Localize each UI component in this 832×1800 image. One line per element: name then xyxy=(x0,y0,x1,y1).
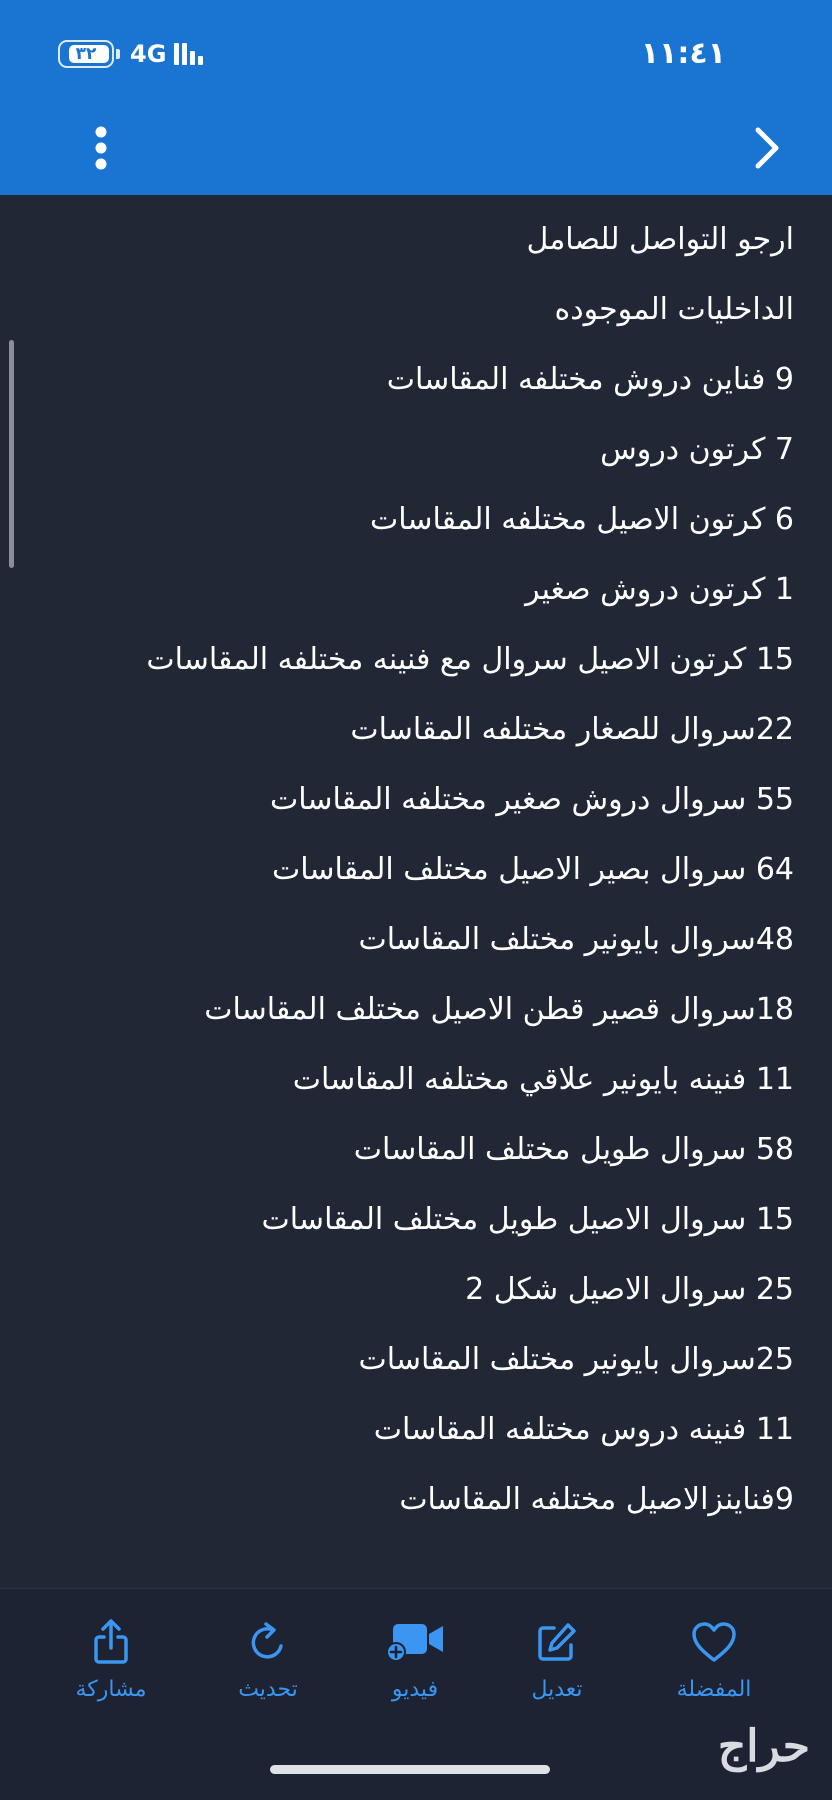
battery-icon: ٣٢ xyxy=(58,40,114,68)
battery-cap xyxy=(116,49,120,59)
description-line: 9 فناين دروش مختلفه المقاسات xyxy=(386,362,794,397)
scrollbar[interactable] xyxy=(9,340,14,568)
refresh-button[interactable]: تحديث xyxy=(198,1617,338,1702)
share-label: مشاركة xyxy=(75,1677,147,1702)
video-button[interactable]: فيديو xyxy=(345,1617,485,1702)
heart-icon xyxy=(692,1622,736,1662)
status-time: ١١:٤١ xyxy=(640,36,726,71)
screen: ١١:٤١ ٣٢ 4G ارجو التواصل للصامل الداخليا… xyxy=(0,0,832,1800)
description-line: 11 فنينه بايونير علاقي مختلفه المقاسات xyxy=(292,1062,794,1097)
share-icon xyxy=(94,1619,128,1664)
description-line: 15 سروال الاصيل طويل مختلف المقاسات xyxy=(261,1202,794,1237)
edit-icon xyxy=(538,1623,576,1661)
edit-button[interactable]: تعديل xyxy=(487,1617,627,1702)
description-line: 22سروال للصغار مختلفه المقاسات xyxy=(350,712,794,747)
description-line: 15 كرتون الاصيل سروال مع فنينه مختلفه ال… xyxy=(146,642,794,677)
header-bar: ١١:٤١ ٣٢ 4G xyxy=(0,0,832,195)
battery-level: ٣٢ xyxy=(75,44,97,64)
description-line: 6 كرتون الاصيل مختلفه المقاسات xyxy=(370,502,794,537)
favorite-label: المفضلة xyxy=(676,1677,752,1702)
description-line: الداخليات الموجوده xyxy=(554,292,794,327)
description-line: 18سروال قصير قطن الاصيل مختلف المقاسات xyxy=(204,992,794,1027)
description-line: 1 كرتون دروش صغير xyxy=(525,572,794,607)
description-line: 9فناينزالاصيل مختلفه المقاسات xyxy=(399,1482,794,1517)
description-line: 55 سروال دروش صغير مختلفه المقاسات xyxy=(269,782,794,817)
refresh-label: تحديث xyxy=(238,1677,298,1702)
video-label: فيديو xyxy=(391,1677,439,1702)
description-line: 7 كرتون دروس xyxy=(600,432,794,467)
description-line: 58 سروال طويل مختلف المقاسات xyxy=(353,1132,794,1167)
description-line: 48سروال بايونير مختلف المقاسات xyxy=(358,922,794,957)
more-options-button[interactable] xyxy=(84,122,118,174)
status-indicators: ٣٢ 4G xyxy=(58,40,204,68)
home-indicator[interactable] xyxy=(270,1765,550,1774)
edit-label: تعديل xyxy=(531,1677,583,1702)
description-line: ارجو التواصل للصامل xyxy=(526,222,794,257)
more-vertical-icon xyxy=(95,126,107,170)
signal-icon xyxy=(174,43,204,65)
back-button[interactable] xyxy=(744,118,790,178)
description-line: 25 سروال الاصيل شكل 2 xyxy=(465,1272,794,1307)
favorite-button[interactable]: المفضلة xyxy=(644,1617,784,1702)
description-line: 64 سروال بصير الاصيل مختلف المقاسات xyxy=(272,852,794,887)
share-button[interactable]: مشاركة xyxy=(41,1617,181,1702)
bottom-toolbar: المفضلة تعديل فيديو تحديث مشاركة حراج xyxy=(0,1588,832,1800)
network-type: 4G xyxy=(130,40,167,68)
haraj-logo: حراج xyxy=(717,1721,810,1772)
description-line: 25سروال بايونير مختلف المقاسات xyxy=(358,1342,794,1377)
description-line: 11 فنينه دروس مختلفه المقاسات xyxy=(373,1412,794,1447)
refresh-icon xyxy=(251,1622,283,1659)
chevron-right-icon xyxy=(755,127,779,169)
video-add-icon xyxy=(386,1624,443,1662)
